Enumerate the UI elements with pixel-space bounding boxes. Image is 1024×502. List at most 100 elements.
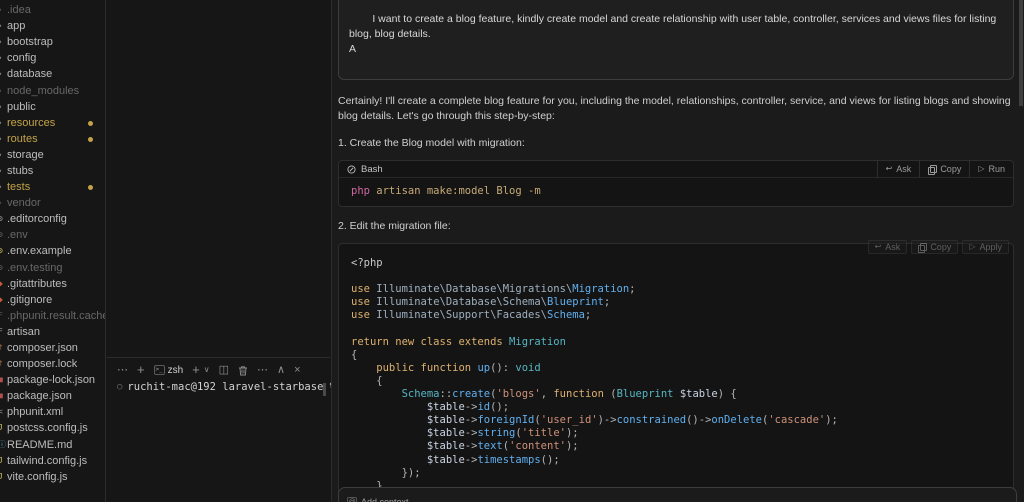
file-tree: ›.idea›app›bootstrap›config›database›nod… bbox=[0, 2, 105, 485]
ask-button[interactable]: ↩Ask bbox=[868, 240, 908, 254]
bash-code-block: Bash ↩AskCopy▷Run php artisan make:model… bbox=[338, 160, 1014, 207]
new-terminal-button[interactable]: + bbox=[192, 364, 200, 376]
php-code: <?php use Illuminate\Database\Migrations… bbox=[339, 244, 1013, 502]
chevron-right-icon: › bbox=[0, 197, 7, 209]
sidebar-item-tailwind-config-js[interactable]: tailwind.config.js bbox=[0, 453, 105, 469]
sidebar-item-stubs[interactable]: ›stubs bbox=[0, 163, 105, 179]
env-icon bbox=[0, 247, 7, 255]
prompt-status-icon: ○ bbox=[117, 382, 122, 392]
file-label: storage bbox=[7, 149, 44, 161]
file-label: bootstrap bbox=[7, 36, 53, 48]
terminal-scrollbar[interactable] bbox=[323, 383, 326, 396]
terminal-panel: ⋯ + >_ zsh + ∨ ◫ ⋯ ∧ × ○ ruchit-mac@192 … bbox=[107, 357, 330, 502]
sidebar-item-bootstrap[interactable]: ›bootstrap bbox=[0, 34, 105, 50]
file-label: resources bbox=[7, 117, 55, 129]
terminal-shell-tab[interactable]: >_ zsh bbox=[154, 365, 184, 376]
terminal-prompt-line[interactable]: ○ ruchit-mac@192 laravel-starbase % bbox=[107, 376, 330, 393]
chat-input[interactable]: @ Add context bbox=[338, 487, 1017, 502]
code-line: $table->id(); bbox=[351, 401, 1001, 414]
chat-scrollbar[interactable] bbox=[1019, 0, 1023, 106]
sidebar-item--idea[interactable]: ›.idea bbox=[0, 2, 105, 18]
php-code-block: ↩Ask Copy ▷Apply <?php use Illuminate\Data… bbox=[338, 243, 1014, 502]
button-label: Ask bbox=[885, 242, 900, 252]
close-icon[interactable]: × bbox=[294, 364, 300, 376]
user-message: I want to create a blog feature, kindly … bbox=[338, 0, 1014, 80]
ask-button[interactable]: ↩Ask bbox=[877, 161, 920, 178]
chevron-down-icon[interactable]: ∨ bbox=[204, 364, 210, 376]
chevron-up-icon[interactable]: ∧ bbox=[277, 364, 285, 376]
chevron-right-icon: › bbox=[0, 117, 7, 129]
modified-dot-icon bbox=[88, 121, 93, 126]
sidebar-item-readme-md[interactable]: README.md bbox=[0, 437, 105, 453]
sidebar-item--env-testing[interactable]: .env.testing bbox=[0, 260, 105, 276]
sidebar-item-postcss-config-js[interactable]: postcss.config.js bbox=[0, 420, 105, 436]
at-icon: @ bbox=[347, 497, 357, 502]
npm-icon bbox=[0, 392, 7, 400]
more-horizontal-icon[interactable]: ⋯ bbox=[257, 364, 268, 376]
sidebar-item-vite-config-js[interactable]: vite.config.js bbox=[0, 469, 105, 485]
sidebar-item-database[interactable]: ›database bbox=[0, 66, 105, 82]
git-icon bbox=[0, 280, 7, 288]
modified-dot-icon bbox=[88, 137, 93, 142]
sidebar-item-app[interactable]: ›app bbox=[0, 18, 105, 34]
sidebar-item-config[interactable]: ›config bbox=[0, 50, 105, 66]
apply-button[interactable]: ▷Apply bbox=[962, 240, 1009, 254]
sidebar-item-package-lock-json[interactable]: package-lock.json bbox=[0, 372, 105, 388]
file-label: phpunit.xml bbox=[7, 406, 63, 418]
trash-icon[interactable] bbox=[238, 365, 248, 376]
file-label: .gitattributes bbox=[7, 278, 67, 290]
chat-message-list: I want to create a blog feature, kindly … bbox=[332, 0, 1020, 502]
sidebar-item--env-example[interactable]: .env.example bbox=[0, 243, 105, 259]
composer-icon bbox=[0, 360, 7, 368]
sidebar-item-routes[interactable]: ›routes bbox=[0, 131, 105, 147]
sidebar-item-artisan[interactable]: artisan bbox=[0, 324, 105, 340]
button-label: Copy bbox=[930, 242, 951, 252]
code-line: php artisan make:model Blog -m bbox=[351, 185, 1001, 198]
sidebar-item-storage[interactable]: ›storage bbox=[0, 147, 105, 163]
sidebar-item--editorconfig[interactable]: .editorconfig bbox=[0, 211, 105, 227]
sidebar-item--gitattributes[interactable]: .gitattributes bbox=[0, 276, 105, 292]
copy-icon bbox=[918, 243, 926, 252]
sidebar-item--env[interactable]: .env bbox=[0, 227, 105, 243]
assistant-message: Certainly! I'll create a complete blog f… bbox=[338, 94, 1014, 124]
sidebar-item-package-json[interactable]: package.json bbox=[0, 388, 105, 404]
file-label: postcss.config.js bbox=[7, 422, 88, 434]
code-line: return new class extends Migration bbox=[351, 336, 1001, 349]
chevron-right-icon: › bbox=[0, 36, 7, 48]
sidebar-item-vendor[interactable]: ›vendor bbox=[0, 195, 105, 211]
js-icon bbox=[0, 424, 7, 432]
add-context-label: Add context bbox=[361, 497, 409, 502]
chevron-right-icon: › bbox=[0, 52, 7, 64]
npm-icon bbox=[0, 376, 7, 384]
plus-icon[interactable]: + bbox=[137, 364, 145, 376]
sidebar-item-phpunit-xml[interactable]: phpunit.xml bbox=[0, 404, 105, 420]
sidebar-item--gitignore[interactable]: .gitignore bbox=[0, 292, 105, 308]
more-horizontal-icon[interactable]: ⋯ bbox=[117, 364, 128, 376]
code-line: <?php bbox=[351, 257, 1001, 270]
file-label: composer.lock bbox=[7, 358, 77, 370]
run-button[interactable]: ▷Run bbox=[969, 161, 1013, 178]
chevron-right-icon: › bbox=[0, 4, 7, 16]
copy-button[interactable]: Copy bbox=[919, 161, 969, 178]
code-line: use Illuminate\Database\Schema\Blueprint… bbox=[351, 296, 1001, 309]
split-editor-icon[interactable]: ◫ bbox=[219, 364, 229, 376]
code-line: $table->text('content'); bbox=[351, 440, 1001, 453]
copy-button[interactable]: Copy bbox=[911, 240, 958, 254]
sidebar-item-composer-lock[interactable]: composer.lock bbox=[0, 356, 105, 372]
sidebar-item-tests[interactable]: ›tests bbox=[0, 179, 105, 195]
readme-icon bbox=[0, 441, 7, 449]
apply-icon: ▷ bbox=[969, 243, 975, 251]
file-label: vendor bbox=[7, 197, 41, 209]
sidebar-item-composer-json[interactable]: composer.json bbox=[0, 340, 105, 356]
sidebar-item--phpunit-result-cache[interactable]: .phpunit.result.cache bbox=[0, 308, 105, 324]
sidebar-item-resources[interactable]: ›resources bbox=[0, 115, 105, 131]
step-label-1: 1. Create the Blog model with migration: bbox=[338, 136, 1014, 151]
add-context-button[interactable]: @ Add context bbox=[347, 497, 409, 502]
chevron-right-icon: › bbox=[0, 165, 7, 177]
xml-icon bbox=[0, 408, 7, 416]
sidebar-item-node-modules[interactable]: ›node_modules bbox=[0, 82, 105, 98]
code-actions: ↩Ask Copy ▷Apply bbox=[864, 240, 1009, 254]
file-label: config bbox=[7, 52, 36, 64]
code-actions: ↩AskCopy▷Run bbox=[877, 161, 1013, 178]
sidebar-item-public[interactable]: ›public bbox=[0, 99, 105, 115]
